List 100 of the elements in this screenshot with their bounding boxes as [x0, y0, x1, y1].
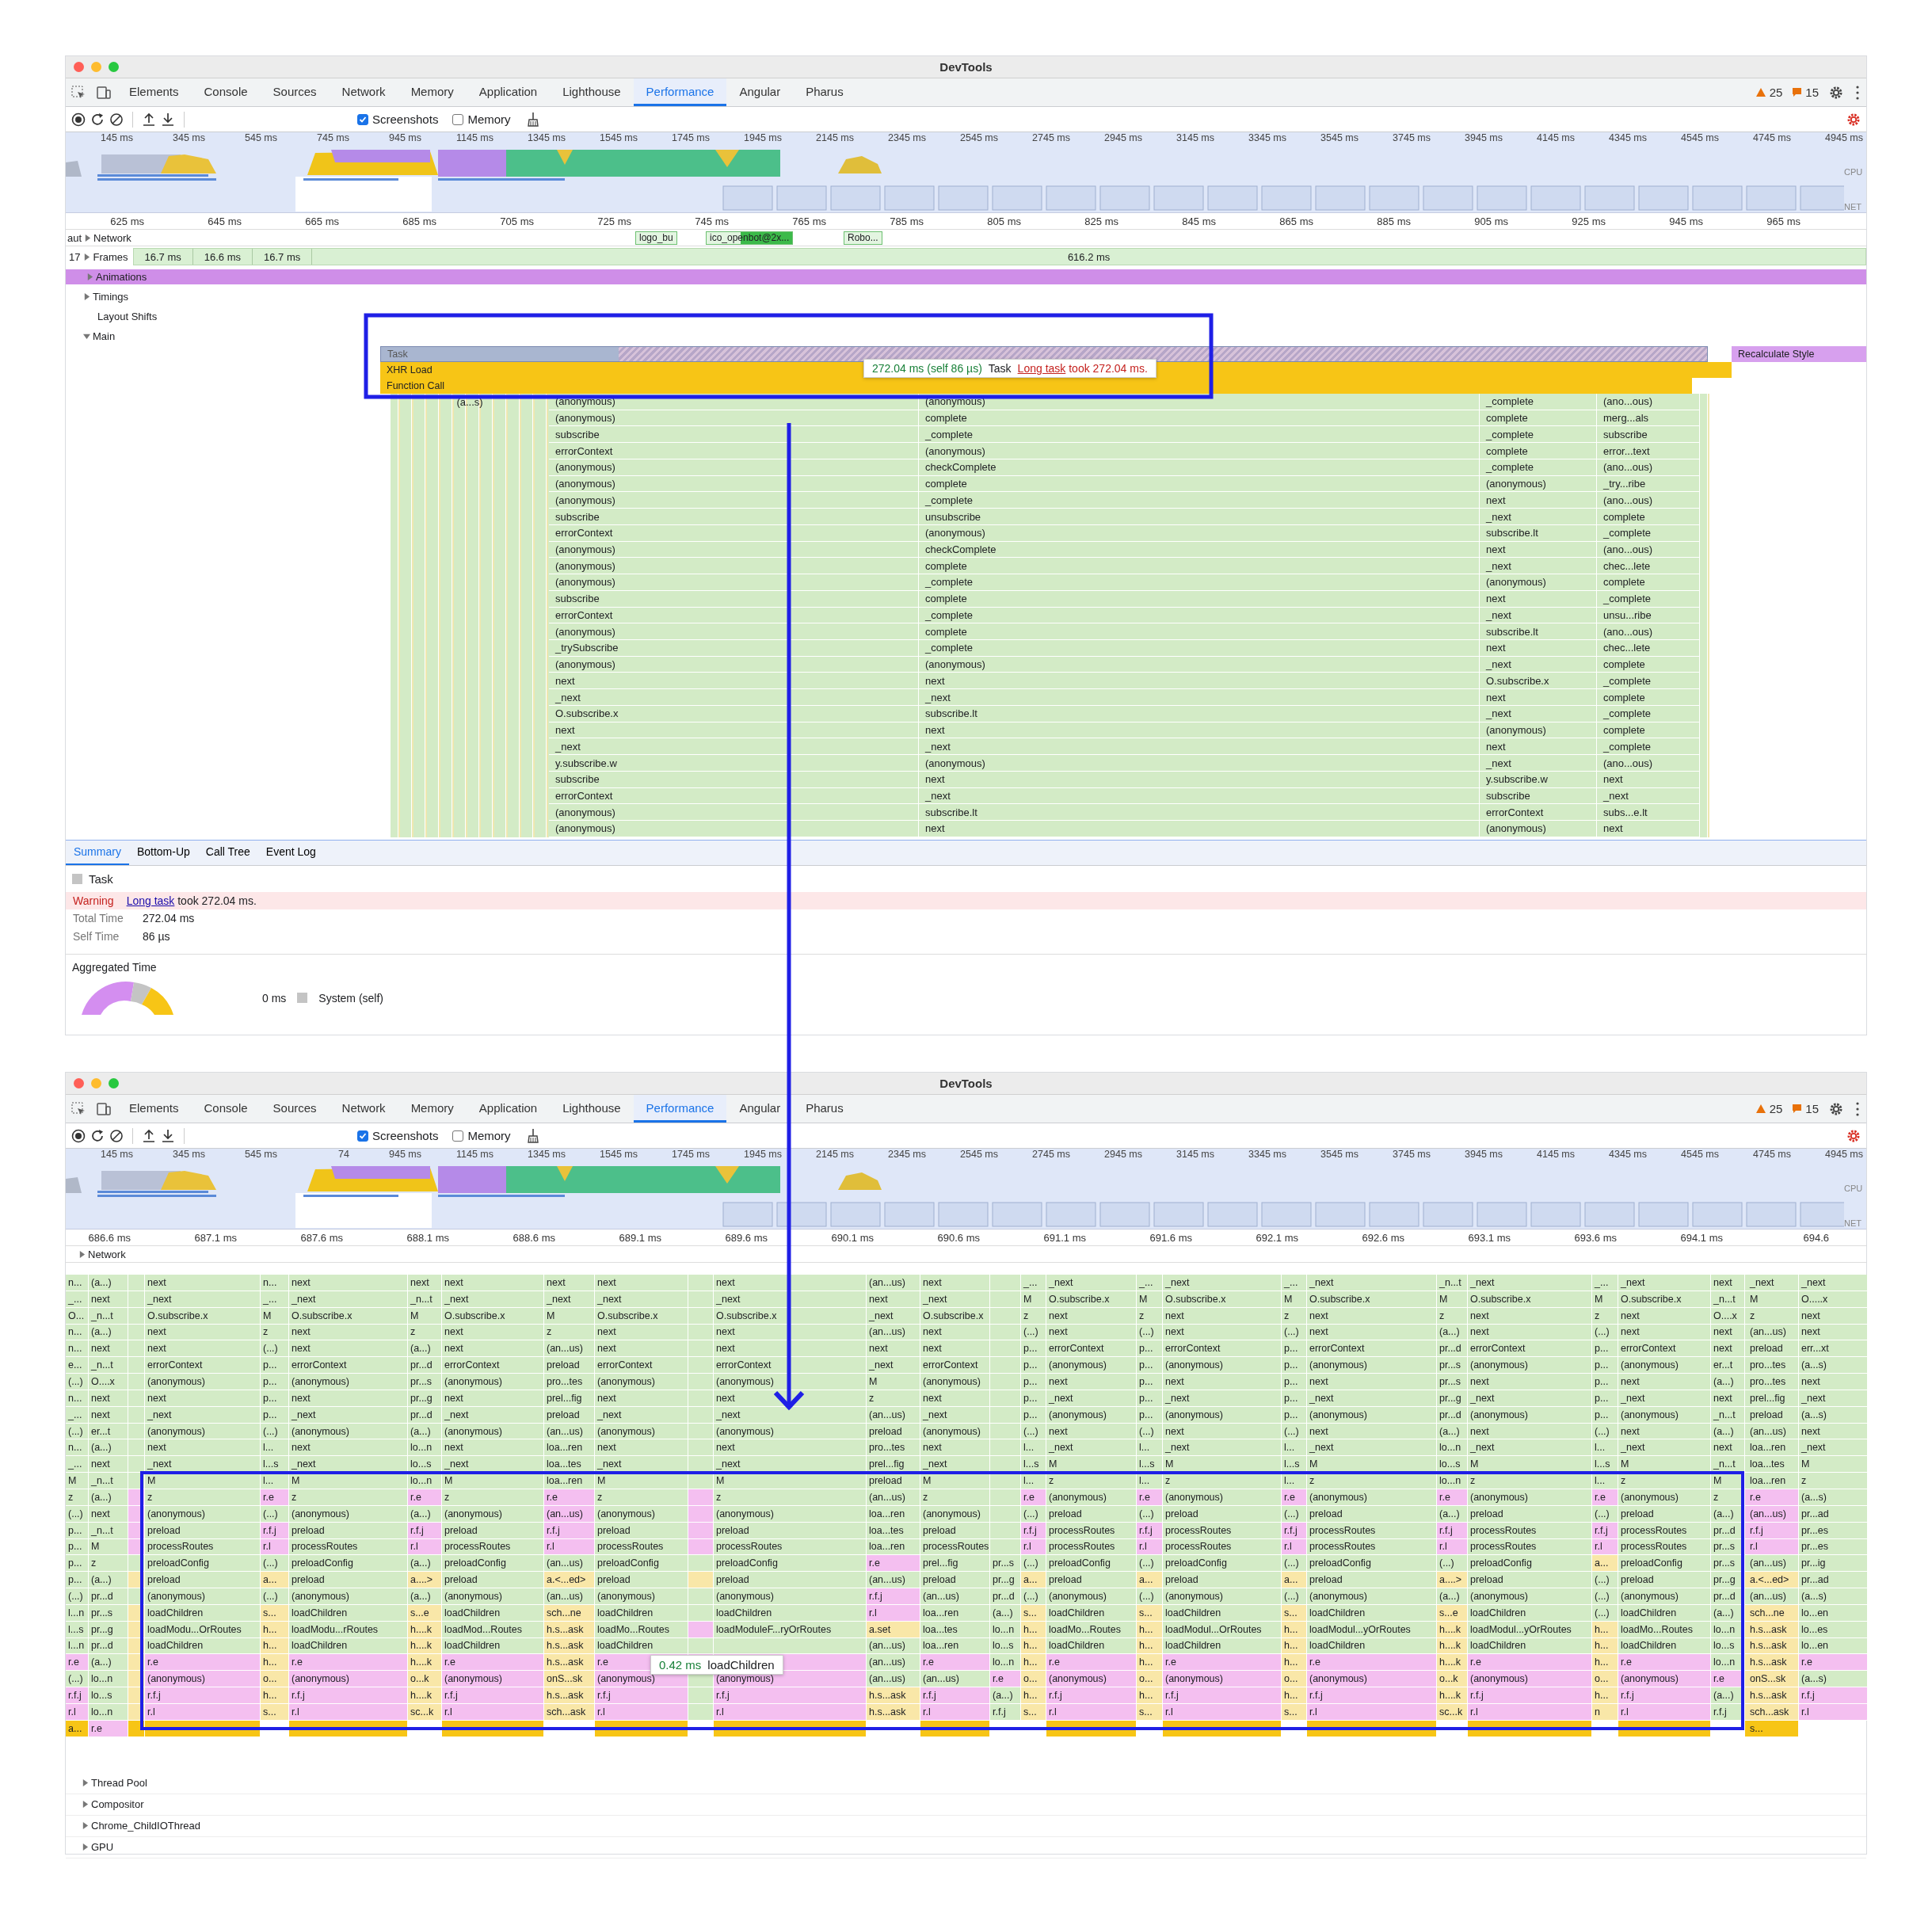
time-ruler-label: 686.6 ms	[87, 1231, 131, 1244]
overview-tick-label: 4545 ms	[1680, 132, 1720, 145]
overview-tick-label: 2545 ms	[959, 132, 999, 145]
overview-tick-label: 1745 ms	[671, 1149, 711, 1161]
overview-tick-label: 1945 ms	[743, 1149, 783, 1161]
overview-tick-label: 4345 ms	[1608, 1149, 1648, 1161]
tooltip-title: Task	[988, 362, 1012, 375]
time-ruler-label: 691.1 ms	[1042, 1231, 1087, 1244]
time-ruler-label: 885 ms	[1376, 215, 1412, 227]
overview-tick-label: 145 ms	[100, 1149, 134, 1161]
time-ruler-label: 694.1 ms	[1679, 1231, 1724, 1244]
overview-tick-label: 3745 ms	[1392, 132, 1431, 145]
time-ruler-label: 705 ms	[499, 215, 535, 227]
overview-tick-label: 945 ms	[388, 132, 422, 145]
time-ruler-label: 625 ms	[109, 215, 145, 227]
time-ruler-label: 805 ms	[986, 215, 1022, 227]
time-ruler-label: 945 ms	[1668, 215, 1704, 227]
overview-tick-label: 945 ms	[388, 1149, 422, 1161]
tooltip-message: Long task took 272.04 ms.	[1017, 362, 1148, 375]
overview-tick-label: 4945 ms	[1824, 132, 1864, 145]
overview-tick-label: 2345 ms	[887, 1149, 927, 1161]
overview-tick-label: 145 ms	[100, 132, 134, 145]
overview-tick-label: 4145 ms	[1536, 132, 1576, 145]
time-ruler-label: 825 ms	[1084, 215, 1119, 227]
field-label: Total Time	[73, 912, 124, 925]
window-title: DevTools	[939, 60, 993, 74]
overview-tick-label: 3745 ms	[1392, 1149, 1431, 1161]
field-value: 86 µs	[143, 930, 170, 944]
overview-tick-label: 1545 ms	[599, 132, 638, 145]
time-ruler-label: 688.6 ms	[512, 1231, 556, 1244]
event-title: Task	[89, 871, 113, 886]
overview-tick-label: 4145 ms	[1536, 1149, 1576, 1161]
section-title: Aggregated Time	[71, 959, 158, 975]
time-ruler-label: 725 ms	[596, 215, 632, 227]
track-label: aut	[67, 231, 82, 244]
overview-tick-label: 1545 ms	[599, 1149, 638, 1161]
overview-tick-label: 1945 ms	[743, 132, 783, 145]
overview-tick-label: 4345 ms	[1608, 132, 1648, 145]
time-ruler-label: 687.6 ms	[299, 1231, 344, 1244]
overview-tick-label: 4745 ms	[1752, 1149, 1792, 1161]
overview-tick-label: 1345 ms	[527, 132, 566, 145]
track-count: 17	[68, 250, 82, 263]
time-ruler-label: 925 ms	[1571, 215, 1606, 227]
time-ruler-label: 692.6 ms	[1361, 1231, 1405, 1244]
time-ruler-label: 692.1 ms	[1255, 1231, 1299, 1244]
overview-tick-label: 4745 ms	[1752, 132, 1792, 145]
overview-tick-label: 1145 ms	[455, 1149, 494, 1161]
overview-tick-label: 74	[337, 1149, 350, 1161]
time-ruler-label: 685 ms	[402, 215, 437, 227]
overview-tick-label: 2345 ms	[887, 132, 927, 145]
time-ruler-label: 645 ms	[207, 215, 242, 227]
overview-tick-label: 545 ms	[244, 132, 278, 145]
time-ruler-label: 689.6 ms	[724, 1231, 768, 1244]
time-ruler-label: 665 ms	[304, 215, 340, 227]
overview-tick-label: 3345 ms	[1248, 132, 1287, 145]
overview-tick-label: 545 ms	[244, 1149, 278, 1161]
warning-label: Warning	[73, 894, 114, 907]
overview-tick-label: 1745 ms	[671, 132, 711, 145]
tooltip-duration: 272.04 ms (self 86 µs)	[872, 362, 982, 375]
time-ruler-label: 687.1 ms	[193, 1231, 238, 1244]
warning-message: Long task took 272.04 ms.	[126, 894, 257, 907]
overview-tick-label: 3945 ms	[1464, 1149, 1503, 1161]
time-ruler-label: 845 ms	[1181, 215, 1217, 227]
overview-tick-label: 4945 ms	[1824, 1149, 1864, 1161]
overview-tick-label: 3945 ms	[1464, 132, 1503, 145]
legend-label: System (self)	[318, 991, 384, 1005]
overview-tick-label: 2545 ms	[959, 1149, 999, 1161]
net-label: NET	[1844, 202, 1862, 212]
time-ruler-label: 905 ms	[1473, 215, 1509, 227]
time-ruler-label: 688.1 ms	[406, 1231, 450, 1244]
overview-tick-label: 3545 ms	[1320, 132, 1359, 145]
overview-tick-label: 2145 ms	[815, 1149, 855, 1161]
field-label: Self Time	[73, 930, 120, 944]
time-ruler-label: 765 ms	[791, 215, 827, 227]
window-title: DevTools	[939, 1077, 993, 1090]
overview-tick-label: 3145 ms	[1176, 132, 1215, 145]
time-ruler-label: 865 ms	[1278, 215, 1314, 227]
checkbox-label: Memory	[467, 1129, 511, 1142]
cpu-label: CPU	[1844, 167, 1864, 177]
overview-tick-label: 1345 ms	[527, 1149, 566, 1161]
time-ruler-label: 689.1 ms	[618, 1231, 662, 1244]
net-label: NET	[1844, 1218, 1862, 1228]
overview-tick-label: 2945 ms	[1103, 132, 1143, 145]
cpu-label: CPU	[1844, 1184, 1864, 1193]
checkbox-label: Screenshots	[372, 112, 439, 126]
overview-tick-label: 3145 ms	[1176, 1149, 1215, 1161]
time-ruler-label: 691.6 ms	[1149, 1231, 1193, 1244]
time-ruler-label: 745 ms	[694, 215, 730, 227]
time-ruler-label: 693.6 ms	[1573, 1231, 1618, 1244]
overview-tick-label: 1145 ms	[455, 132, 494, 145]
overview-tick-label: 2745 ms	[1031, 1149, 1071, 1161]
field-value: 272.04 ms	[143, 912, 195, 925]
tooltip-title: loadChildren	[707, 1658, 775, 1672]
time-ruler-label: 785 ms	[889, 215, 924, 227]
time-ruler-label: 690.6 ms	[936, 1231, 981, 1244]
overview-tick-label: 2145 ms	[815, 132, 855, 145]
time-ruler-label: 965 ms	[1766, 215, 1801, 227]
overview-tick-label: 3345 ms	[1248, 1149, 1287, 1161]
overview-tick-label: 2945 ms	[1103, 1149, 1143, 1161]
overview-tick-label: 3545 ms	[1320, 1149, 1359, 1161]
